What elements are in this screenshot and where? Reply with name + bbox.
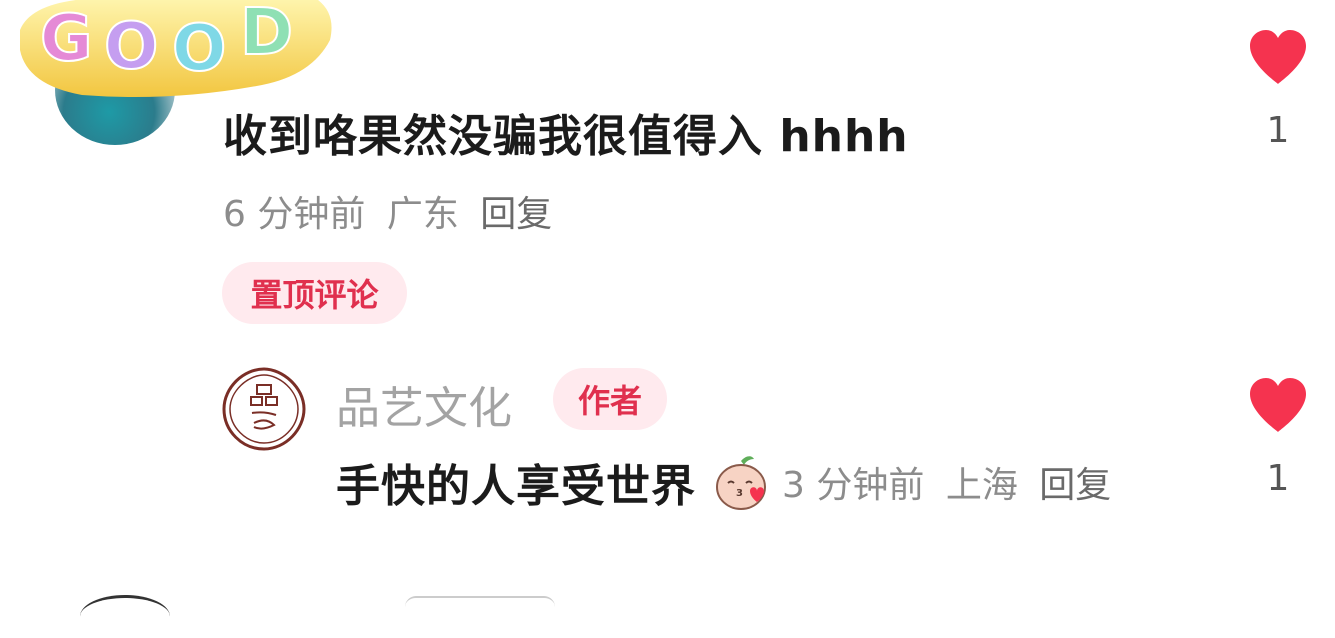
- reply-time: 3 分钟前: [782, 465, 925, 506]
- svg-text:D: D: [240, 0, 293, 70]
- svg-text:O: O: [104, 10, 158, 84]
- reply-like-count: 1: [1266, 458, 1290, 499]
- comment-meta: 6 分钟前 广东 回复: [223, 185, 562, 237]
- author-name[interactable]: 品艺文化: [336, 372, 512, 436]
- author-reply-row: 手快的人享受世界 3 3 分钟前 上海 回复: [336, 450, 1121, 514]
- author-reply-meta: 3 分钟前 上海 回复: [782, 456, 1121, 508]
- like-heart-icon[interactable]: [1246, 28, 1310, 86]
- comment-like-count: 1: [1266, 110, 1290, 151]
- svg-text:3: 3: [736, 488, 743, 499]
- reply-location: 上海: [945, 465, 1018, 506]
- kiss-emoji-icon: 3: [716, 456, 766, 510]
- good-sticker-icon: G O O D: [20, 0, 332, 98]
- like-heart-icon[interactable]: [1246, 376, 1310, 434]
- author-badge: 作者: [553, 368, 667, 430]
- author-avatar[interactable]: [222, 367, 306, 451]
- reply-button[interactable]: 回复: [1039, 465, 1111, 506]
- comment-text: 收到咯果然没骗我很值得入 hhhh: [223, 111, 909, 162]
- comment-time: 6 分钟前: [223, 194, 366, 235]
- next-commenter-avatar[interactable]: [80, 595, 170, 638]
- next-comment-badge: [405, 596, 555, 618]
- pinned-comment-badge: 置顶评论: [222, 262, 407, 324]
- svg-text:G: G: [40, 2, 93, 76]
- comment-location: 广东: [386, 194, 459, 235]
- reply-button[interactable]: 回复: [480, 194, 552, 235]
- svg-text:O: O: [172, 12, 226, 86]
- author-reply-text: 手快的人享受世界: [336, 461, 696, 512]
